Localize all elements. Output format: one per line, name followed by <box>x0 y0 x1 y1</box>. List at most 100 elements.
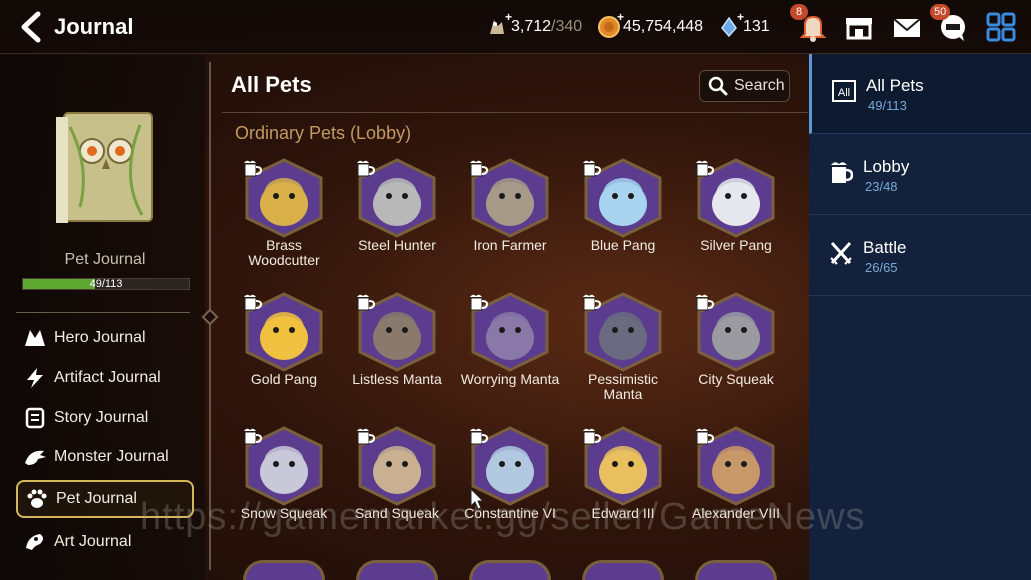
pet-name: Gold Pang <box>250 371 318 387</box>
pet-card[interactable]: City Squeak <box>681 292 791 412</box>
pet-name: Steel Hunter <box>358 237 436 253</box>
lobby-icon <box>831 162 853 183</box>
sidebar-item-label: Monster Journal <box>54 448 169 465</box>
journal-progress-bar: 49/113 <box>22 278 190 290</box>
pet-card[interactable]: Brass Woodcutter <box>229 158 339 278</box>
journal-progress-text: 49/113 <box>89 278 123 290</box>
category-label: All Pets <box>866 76 924 95</box>
pet-name: Iron Farmer <box>473 237 547 253</box>
sidebar-item-label: Artifact Journal <box>54 369 161 386</box>
journal-label: Pet Journal <box>64 251 146 268</box>
page-title: Journal <box>54 14 134 39</box>
story-icon <box>25 407 45 429</box>
search-label: Search <box>734 77 785 94</box>
stamina-max: /340 <box>551 18 583 35</box>
stamina-value: 3,712 <box>511 18 552 35</box>
mail-icon <box>893 18 921 37</box>
header-divider <box>222 112 808 113</box>
sidebar-divider <box>16 312 190 313</box>
pet-card[interactable]: Blue Pang <box>568 158 678 278</box>
shop-icon <box>846 18 872 40</box>
gold-value: 45,754,448 <box>623 18 704 35</box>
category-count: 23/48 <box>865 179 898 194</box>
pet-card-partial <box>695 560 777 580</box>
stamina-counter[interactable]: + 3,712 /340 <box>486 10 583 42</box>
pet-card-partial <box>356 560 438 580</box>
lobby-pet-icon <box>357 428 376 445</box>
pet-name: City Squeak <box>698 371 774 387</box>
sidebar-item-label: Pet Journal <box>56 490 137 507</box>
pet-card[interactable]: Listless Manta <box>342 292 452 412</box>
notification-button[interactable]: 8 <box>790 4 830 44</box>
pet-card[interactable]: Worrying Manta <box>455 292 565 412</box>
lobby-pet-icon <box>696 160 715 177</box>
sidebar-item-monster-journal[interactable]: Monster Journal <box>22 442 169 472</box>
sidebar-item-label: Story Journal <box>54 409 149 426</box>
pet-name: Blue Pang <box>590 237 656 253</box>
gold-coin-icon: + <box>598 10 624 38</box>
hero-icon <box>25 330 45 346</box>
category-count: 49/113 <box>868 98 907 113</box>
chat-badge: 50 <box>930 4 951 20</box>
lobby-pet-icon <box>696 294 715 311</box>
pet-card-partial <box>582 560 664 580</box>
sidebar-item-label: Hero Journal <box>54 329 146 346</box>
category-label: Battle <box>863 238 907 257</box>
skystone-value: 131 <box>743 18 770 35</box>
lobby-pet-icon <box>244 294 263 311</box>
menu-grid-button[interactable] <box>984 10 1018 44</box>
category-battle[interactable]: Battle 26/65 <box>809 216 1031 296</box>
category-lobby[interactable]: Lobby 23/48 <box>809 135 1031 215</box>
back-arrow-icon[interactable] <box>16 10 46 44</box>
pet-name: Listless Manta <box>352 371 442 387</box>
notification-badge: 8 <box>790 4 808 20</box>
chat-button[interactable]: 50 <box>930 4 970 44</box>
svg-text:All: All <box>838 87 850 99</box>
shop-button[interactable] <box>842 10 876 44</box>
lobby-pet-icon <box>696 428 715 445</box>
lobby-pet-icon <box>583 428 602 445</box>
sidebar-item-story-journal[interactable]: Story Journal <box>22 403 148 433</box>
lobby-pet-icon <box>470 294 489 311</box>
category-count: 26/65 <box>865 260 898 275</box>
sidebar-item-hero-journal[interactable]: Hero Journal <box>22 323 146 353</box>
category-all-pets[interactable]: All All Pets 49/113 <box>809 54 1031 134</box>
sidebar-item-artifact-journal[interactable]: Artifact Journal <box>22 363 161 393</box>
gold-counter[interactable]: + 45,754,448 <box>598 10 704 42</box>
skystone-counter[interactable]: + 131 <box>718 10 770 42</box>
lobby-pet-icon <box>470 160 489 177</box>
section-title: All Pets <box>231 72 312 97</box>
artifact-icon <box>27 368 43 388</box>
battle-icon <box>830 241 852 265</box>
pet-name: Silver Pang <box>700 237 772 253</box>
pet-name: Pessimistic Manta <box>587 371 658 402</box>
pet-card[interactable]: Steel Hunter <box>342 158 452 278</box>
top-bar: Journal + 3,712 /340 + 45,754,448 + 131 … <box>0 0 1031 54</box>
lobby-pet-icon <box>583 294 602 311</box>
skystone-icon: + <box>718 10 744 38</box>
lobby-pet-icon <box>583 160 602 177</box>
pet-card[interactable]: Silver Pang <box>681 158 791 278</box>
pet-journal-book-icon <box>56 112 153 223</box>
pet-card[interactable]: Iron Farmer <box>455 158 565 278</box>
pet-card[interactable]: Pessimistic Manta <box>568 292 678 412</box>
art-icon <box>26 534 43 550</box>
pet-card[interactable]: Gold Pang <box>229 292 339 412</box>
lobby-pet-icon <box>470 428 489 445</box>
lobby-pet-icon <box>244 428 263 445</box>
stamina-icon: + <box>486 10 512 38</box>
pet-name: Worrying Manta <box>460 371 560 387</box>
watermark: https://gamemarket.gg/seller/GameNews <box>140 496 866 538</box>
category-label: Lobby <box>863 157 910 176</box>
search-button[interactable]: Search <box>699 70 790 102</box>
mail-button[interactable] <box>890 10 924 44</box>
search-icon <box>708 76 728 96</box>
lobby-pet-icon <box>357 294 376 311</box>
sidebar-item-label: Art Journal <box>54 533 132 550</box>
monster-icon <box>25 450 46 465</box>
mouse-cursor-icon <box>470 488 484 510</box>
paw-icon <box>27 489 47 508</box>
sidebar-item-art-journal[interactable]: Art Journal <box>22 527 131 557</box>
pet-card-partial <box>243 560 325 580</box>
all-icon: All <box>832 80 856 102</box>
